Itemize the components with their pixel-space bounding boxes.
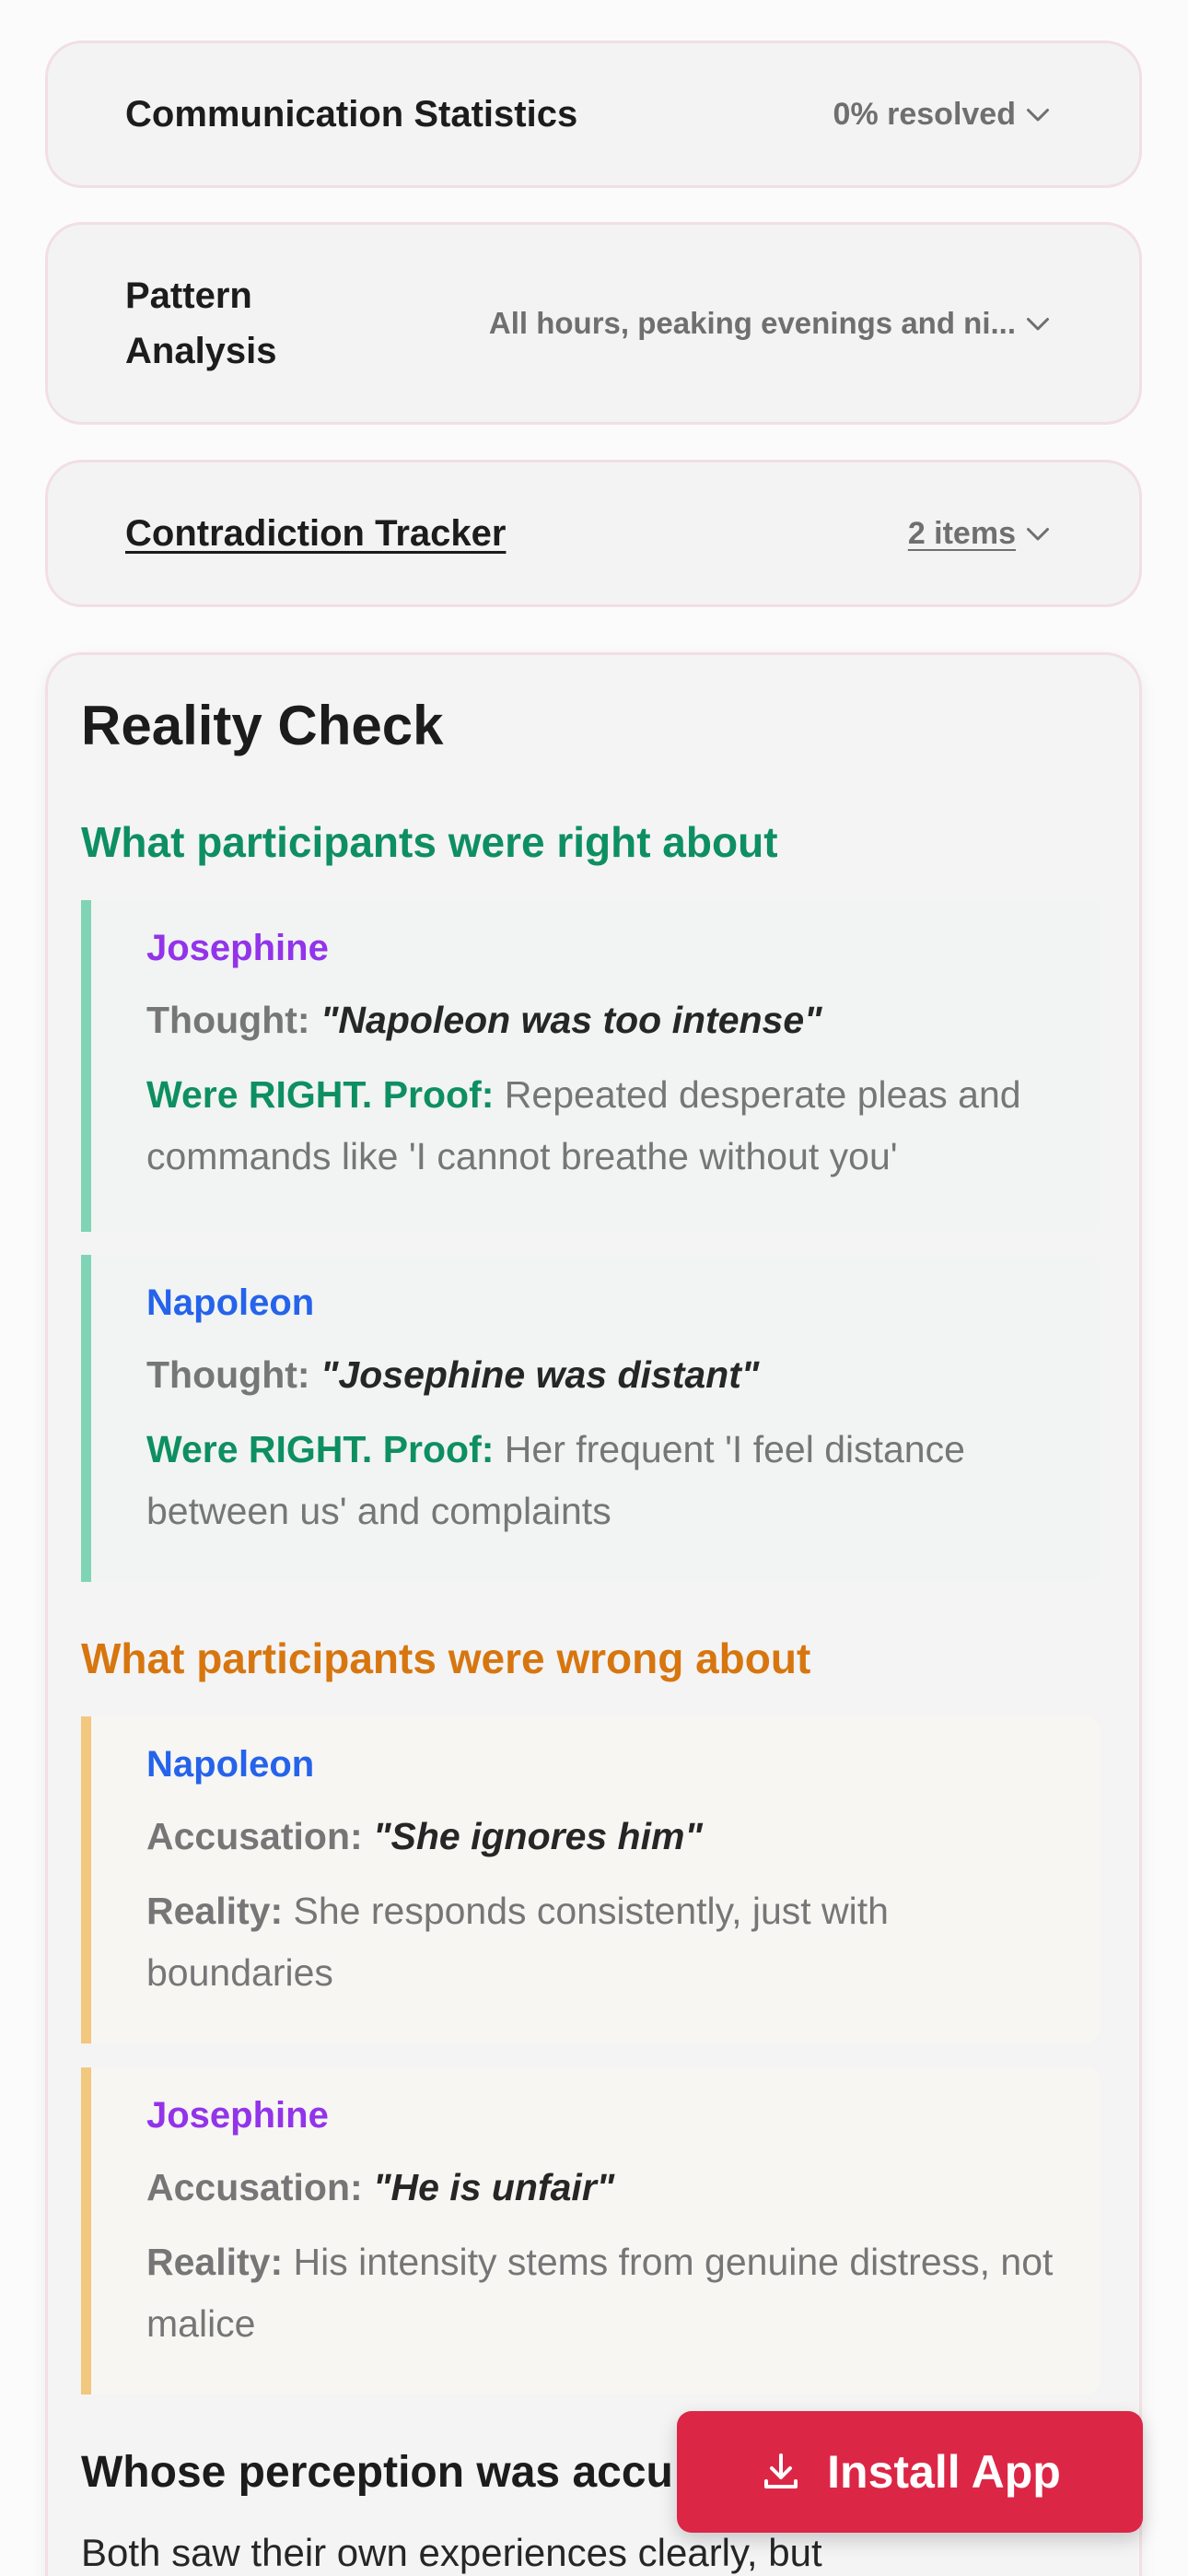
proof-label: Were RIGHT. Proof: (146, 1428, 495, 1470)
accordion-summary: 2 items (908, 516, 1054, 552)
participant-name: Josephine (146, 928, 329, 968)
wrong-card: Napoleon Accusation: "She ignores him" R… (81, 1716, 1100, 2043)
accusation-quote: "She ignores him" (373, 1815, 703, 1857)
accordion-title: Communication Statistics (125, 94, 578, 135)
wrong-card: Josephine Accusation: "He is unfair" Rea… (81, 2067, 1100, 2395)
summary-text: Both saw their own experiences clearly, … (81, 2531, 822, 2574)
proof-line: Were RIGHT. Proof: Repeated desperate pl… (146, 1064, 1063, 1188)
right-about-heading: What participants were right about (81, 818, 778, 866)
install-app-button[interactable]: Install App (677, 2411, 1143, 2533)
participant-name: Napoleon (146, 1744, 315, 1785)
reality-text: His intensity stems from genuine distres… (146, 2241, 1054, 2345)
reality-check-panel: Reality Check What participants were rig… (45, 652, 1142, 2576)
accusation-line: Accusation: "She ignores him" (146, 1806, 1063, 1868)
page: Communication Statistics 0% resolved Pat… (0, 0, 1188, 2576)
reality-line: Reality: She responds consistently, just… (146, 1880, 1063, 2004)
accordion-summary: 0% resolved (833, 97, 1054, 133)
thought-label: Thought: (146, 1353, 310, 1396)
accordion-contradiction-tracker[interactable]: Contradiction Tracker 2 items (45, 460, 1142, 607)
proof-line: Were RIGHT. Proof: Her frequent 'I feel … (146, 1419, 1063, 1542)
download-icon (764, 2453, 798, 2488)
participant-name: Napoleon (146, 1282, 315, 1323)
proof-label: Were RIGHT. Proof: (146, 1073, 495, 1116)
accordion-title: Contradiction Tracker (125, 513, 507, 554)
accordion-value: All hours, peaking evenings and ni... (488, 306, 1016, 340)
right-card: Josephine Thought: "Napoleon was too int… (81, 900, 1100, 1232)
accusation-quote: "He is unfair" (373, 2166, 615, 2208)
accordion-value: 2 items (907, 515, 1016, 551)
install-app-label: Install App (827, 2446, 1061, 2498)
accusation-label: Accusation: (146, 2166, 363, 2208)
reality-label: Reality: (146, 1890, 284, 1932)
thought-quote: "Josephine was distant" (320, 1353, 760, 1396)
wrong-about-heading: What participants were wrong about (81, 1634, 811, 1682)
thought-label: Thought: (146, 999, 310, 1041)
participant-name: Josephine (146, 2095, 329, 2136)
chevron-down-icon (1027, 528, 1049, 541)
thought-quote: "Napoleon was too intense" (320, 999, 822, 1041)
reality-label: Reality: (146, 2241, 284, 2283)
reality-check-title: Reality Check (81, 695, 444, 756)
accusation-label: Accusation: (146, 1815, 363, 1857)
accordion-title: Pattern Analysis (125, 275, 277, 371)
accordion-summary: All hours, peaking evenings and ni... (489, 306, 1054, 341)
chevron-down-icon (1027, 109, 1049, 122)
right-card: Napoleon Thought: "Josephine was distant… (81, 1255, 1100, 1582)
whose-perception-heading: Whose perception was accu (81, 2448, 673, 2497)
accordion-pattern-analysis[interactable]: Pattern Analysis All hours, peaking even… (45, 222, 1142, 425)
chevron-down-icon (1027, 318, 1049, 331)
accusation-line: Accusation: "He is unfair" (146, 2157, 1063, 2219)
thought-line: Thought: "Josephine was distant" (146, 1344, 1063, 1406)
reality-line: Reality: His intensity stems from genuin… (146, 2231, 1063, 2355)
thought-line: Thought: "Napoleon was too intense" (146, 989, 1063, 1051)
accordion-value: 0% resolved (833, 96, 1016, 132)
accordion-communication-statistics[interactable]: Communication Statistics 0% resolved (45, 41, 1142, 188)
